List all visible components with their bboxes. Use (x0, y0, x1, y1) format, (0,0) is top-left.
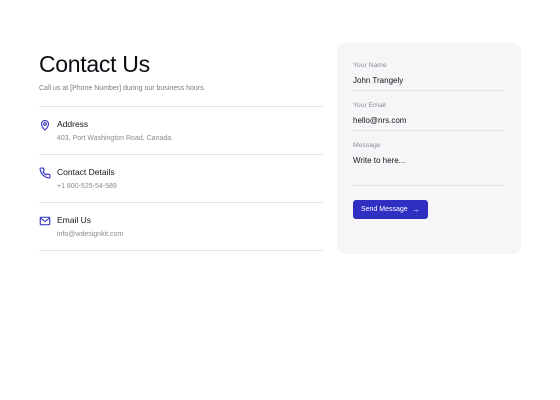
phone-icon (39, 167, 51, 179)
send-message-label: Send Message (361, 206, 408, 213)
arrow-right-icon: → (411, 205, 420, 214)
address-value: 403, Port Washington Road, Canada. (57, 135, 174, 142)
email-us-item: Email Us info@wdesignkit.com (39, 203, 323, 251)
contact-details-item: Contact Details +1 800-525-54-589 (39, 155, 323, 203)
mail-icon (39, 215, 51, 227)
email-field: Your Email hello@nrs.com (353, 101, 505, 131)
message-label: Message (353, 142, 381, 149)
address-item: Address 403, Port Washington Road, Canad… (39, 107, 323, 155)
contact-form: Your Name John Trangely Your Email hello… (337, 43, 521, 254)
contact-details-title: Contact Details (57, 167, 115, 177)
location-pin-icon (39, 119, 51, 131)
name-field: Your Name John Trangely (353, 61, 505, 91)
page-title: Contact Us (39, 51, 150, 77)
message-field: Message Write to here... (353, 141, 505, 186)
contact-info-section: Contact Us Call us at [Phone Number] dur… (39, 50, 323, 251)
message-textarea[interactable]: Write to here... (353, 155, 505, 186)
email-link[interactable]: info@wdesignkit.com (57, 230, 123, 240)
page-subtitle: Call us at [Phone Number] during our bus… (39, 85, 206, 92)
name-input[interactable]: John Trangely (353, 75, 505, 91)
send-message-button[interactable]: Send Message → (353, 200, 428, 219)
email-input[interactable]: hello@nrs.com (353, 115, 505, 131)
email-label: Your Email (353, 102, 386, 109)
phone-number: +1 800-525-54-589 (57, 183, 117, 190)
name-label: Your Name (353, 62, 387, 69)
address-title: Address (57, 119, 89, 129)
email-us-title: Email Us (57, 215, 92, 225)
